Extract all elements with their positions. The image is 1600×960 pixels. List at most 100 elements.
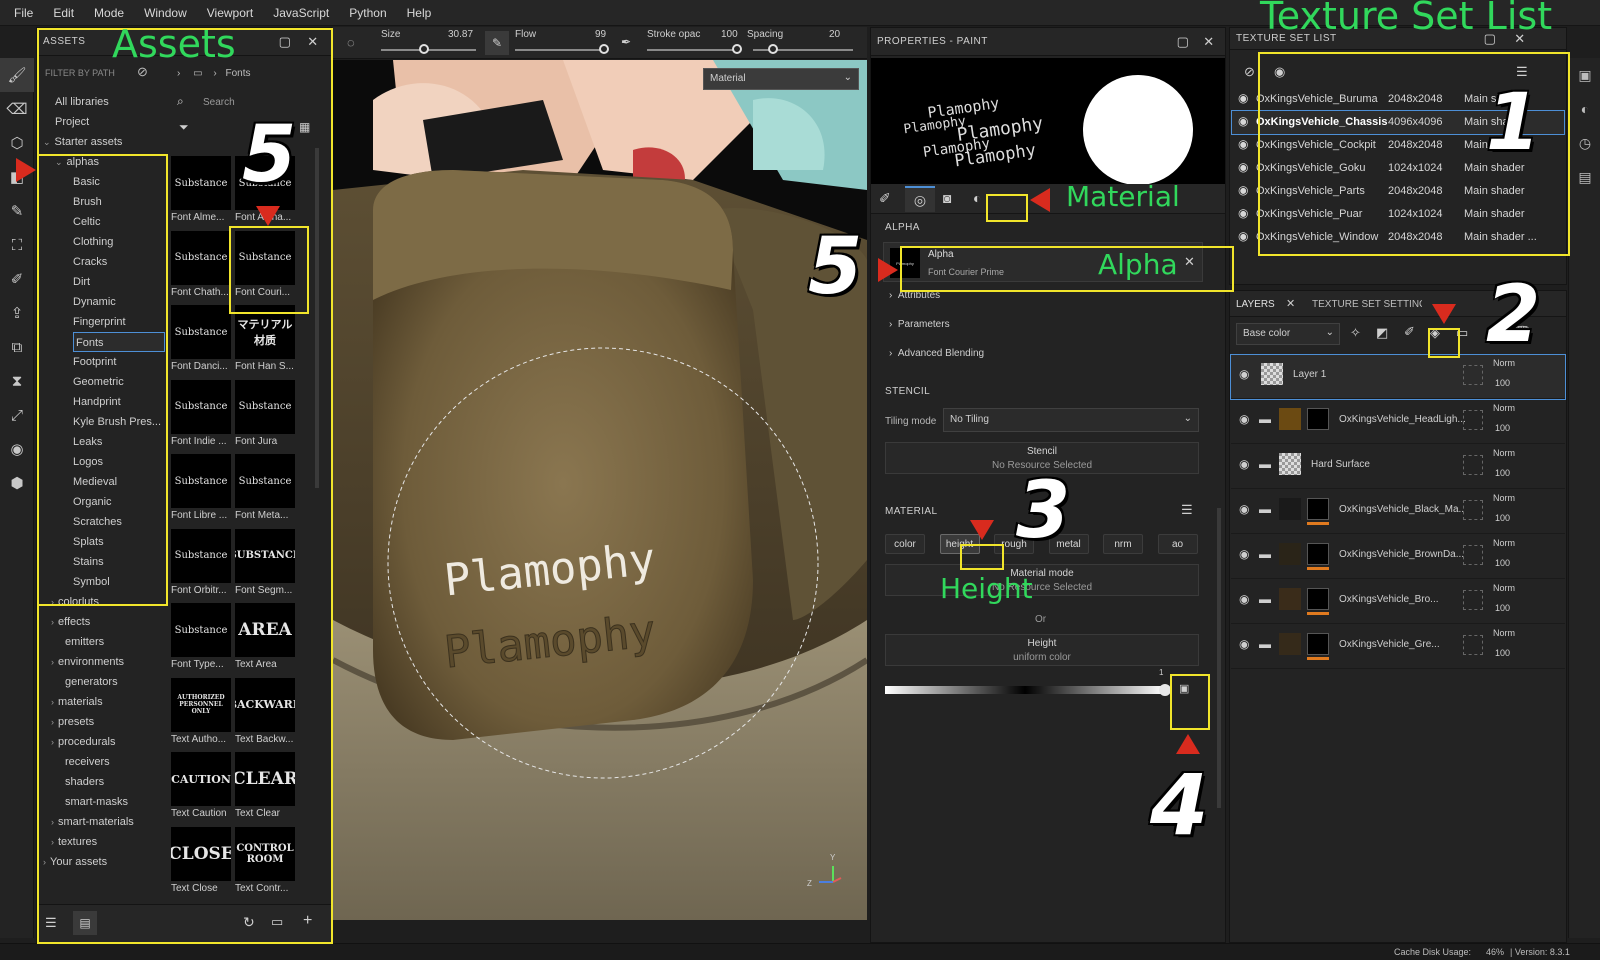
refresh-icon[interactable]: ↻ — [243, 914, 255, 931]
tree-shaders[interactable]: shaders — [65, 772, 104, 792]
layer-mask-slot[interactable] — [1463, 590, 1483, 610]
layer-opacity[interactable]: 100 — [1495, 603, 1510, 613]
tree-project[interactable]: Project — [55, 112, 89, 132]
tree-alpha-footprint[interactable]: Footprint — [73, 352, 116, 372]
asset-thumbnail[interactable]: CLEAR — [235, 752, 295, 806]
advanced-blending-expander[interactable]: › Advanced Blending — [889, 348, 984, 359]
tree-alpha-logos[interactable]: Logos — [73, 452, 103, 472]
tree-alpha-leaks[interactable]: Leaks — [73, 432, 102, 452]
eye-icon[interactable]: ◉ — [1274, 64, 1285, 80]
layer-opacity[interactable]: 100 — [1495, 558, 1510, 568]
menu-item-mode[interactable]: Mode — [84, 6, 134, 20]
blend-mode[interactable]: Norm — [1493, 403, 1515, 413]
menu-item-python[interactable]: Python — [339, 6, 396, 20]
asset-thumbnail[interactable]: Substance — [171, 305, 231, 359]
stroke-opacity-slider-knob[interactable] — [732, 44, 742, 54]
asset-thumbnail[interactable]: Substance — [235, 454, 295, 508]
display-settings-icon[interactable]: ▣ — [1569, 58, 1600, 92]
projection-tool-icon[interactable]: ⬡ — [0, 126, 34, 160]
tree-your-assets[interactable]: › Your assets — [43, 852, 107, 872]
eye-icon[interactable]: ◉ — [1238, 229, 1248, 243]
tree-alpha-medieval[interactable]: Medieval — [73, 472, 117, 492]
tree-receivers[interactable]: receivers — [65, 752, 110, 772]
asset-thumbnail[interactable]: Substance — [235, 379, 295, 434]
smudge-tool-icon[interactable]: ✎ — [0, 194, 34, 228]
effects-wand-icon[interactable]: ✧ — [1350, 325, 1361, 341]
grid-view-icon[interactable]: ▦ — [299, 120, 310, 134]
tree-procedurals[interactable]: › procedurals — [51, 732, 115, 752]
tab-texture-set-settings[interactable]: TEXTURE SET SETTINGS — [1312, 299, 1422, 310]
tree-all-libraries[interactable]: All libraries — [55, 92, 109, 112]
spacing-slider-knob[interactable] — [768, 44, 778, 54]
layer-row[interactable]: ◉ ▬ OxKingsVehicle_BrownDa... Norm 100 — [1231, 535, 1565, 579]
uv-tool-icon[interactable]: ⧉ — [0, 330, 34, 364]
add-icon[interactable]: + — [303, 912, 312, 930]
properties-scrollbar[interactable] — [1217, 508, 1221, 808]
blend-mode[interactable]: Norm — [1493, 628, 1515, 638]
tree-colorluts[interactable]: › colorluts — [51, 592, 99, 612]
asset-thumbnail[interactable]: CAUTION — [171, 752, 231, 806]
eye-icon[interactable]: ◉ — [1239, 502, 1249, 516]
tree-smart-masks[interactable]: smart-masks — [65, 792, 128, 812]
pen-icon[interactable]: ✒ — [621, 35, 631, 49]
asset-thumbnail[interactable]: AUTHORIZED PERSONNEL ONLY — [171, 677, 231, 732]
layer-mask-slot[interactable] — [1463, 635, 1483, 655]
layer-opacity[interactable]: 100 — [1495, 513, 1510, 523]
eye-icon[interactable]: ◉ — [1239, 637, 1249, 651]
asset-thumbnail[interactable]: Substance — [171, 603, 231, 657]
eye-icon[interactable]: ◉ — [1238, 206, 1248, 220]
tree-alpha-handprint[interactable]: Handprint — [73, 392, 121, 412]
eye-icon[interactable]: ◉ — [1239, 592, 1249, 606]
tree-alpha-dirt[interactable]: Dirt — [73, 272, 90, 292]
texture-set-row[interactable]: ◉ OxKingsVehicle_Parts 2048x2048 Main shade… — [1232, 180, 1564, 203]
flow-value[interactable]: 99 — [595, 29, 606, 40]
bake-tool-icon[interactable]: ⇪ — [0, 296, 34, 330]
tree-alpha-kyle-brush-pres-[interactable]: Kyle Brush Pres... — [73, 412, 161, 432]
layer-mask-slot[interactable] — [1463, 545, 1483, 565]
tree-alpha-splats[interactable]: Splats — [73, 532, 104, 552]
asset-thumbnail[interactable]: Substance — [171, 379, 231, 434]
layer-mask-slot[interactable] — [1463, 365, 1483, 385]
brush-tab-icon[interactable]: ✐ — [879, 190, 891, 207]
height-value[interactable]: 1 — [1159, 668, 1163, 677]
close-icon[interactable]: ✕ — [1199, 32, 1219, 52]
layer-mask-slot[interactable] — [1463, 455, 1483, 475]
tree-alpha-cracks[interactable]: Cracks — [73, 252, 107, 272]
close-icon[interactable]: ✕ — [303, 32, 323, 52]
layer-row[interactable]: ◉ ▬ OxKingsVehicle_Gre... Norm 100 — [1231, 625, 1565, 669]
layer-row[interactable]: ◉ Layer 1 Norm 100 — [1230, 354, 1566, 400]
menu-item-file[interactable]: File — [4, 6, 43, 20]
list-view-icon[interactable]: ☰ — [45, 915, 57, 931]
new-folder-icon[interactable]: ▭ — [271, 914, 283, 930]
tree-generators[interactable]: generators — [65, 672, 118, 692]
eye-icon[interactable]: ◉ — [1238, 183, 1248, 197]
tree-alpha-dynamic[interactable]: Dynamic — [73, 292, 116, 312]
channel-dropdown[interactable]: Base color ⌄ — [1236, 323, 1340, 345]
color-picker-tool-icon[interactable]: ✐ — [0, 262, 34, 296]
viewport-material-dropdown[interactable]: Material ⌄ — [703, 68, 859, 90]
folder-icon[interactable]: ▭ — [193, 68, 202, 79]
tree-alpha-fonts[interactable]: Fonts — [73, 332, 165, 352]
layer-row[interactable]: ◉ ▬ OxKingsVehicle_Bro... Norm 100 — [1231, 580, 1565, 624]
material-menu-icon[interactable]: ☰ — [1181, 502, 1193, 518]
tree-alpha-stains[interactable]: Stains — [73, 552, 104, 572]
tree-environments[interactable]: › environments — [51, 652, 124, 672]
hide-eye-icon[interactable]: ⊘ — [1244, 64, 1255, 80]
height-slot[interactable]: Height uniform color — [885, 634, 1199, 666]
tree-alpha-basic[interactable]: Basic — [73, 172, 100, 192]
tree-emitters[interactable]: emitters — [65, 632, 104, 652]
tree-alpha-clothing[interactable]: Clothing — [73, 232, 113, 252]
breadcrumb-fonts[interactable]: Fonts — [225, 68, 250, 79]
blend-mode[interactable]: Norm — [1493, 493, 1515, 503]
spacing-value[interactable]: 20 — [829, 29, 840, 40]
hide-eye-icon[interactable]: ⊘ — [137, 64, 148, 80]
height-slider[interactable] — [885, 686, 1165, 694]
menu-item-edit[interactable]: Edit — [43, 6, 84, 20]
asset-thumbnail[interactable]: Substance — [171, 528, 231, 583]
asset-thumbnail[interactable]: CONTROL ROOM — [235, 826, 295, 881]
tree-alpha-brush[interactable]: Brush — [73, 192, 102, 212]
tree-effects[interactable]: › effects — [51, 612, 90, 632]
tree-smart-materials[interactable]: › smart-materials — [51, 812, 134, 832]
texture-set-row[interactable]: ◉ OxKingsVehicle_Window 2048x2048 Main shad… — [1232, 226, 1564, 249]
pen-pressure-icon[interactable]: ✎ — [485, 31, 509, 55]
